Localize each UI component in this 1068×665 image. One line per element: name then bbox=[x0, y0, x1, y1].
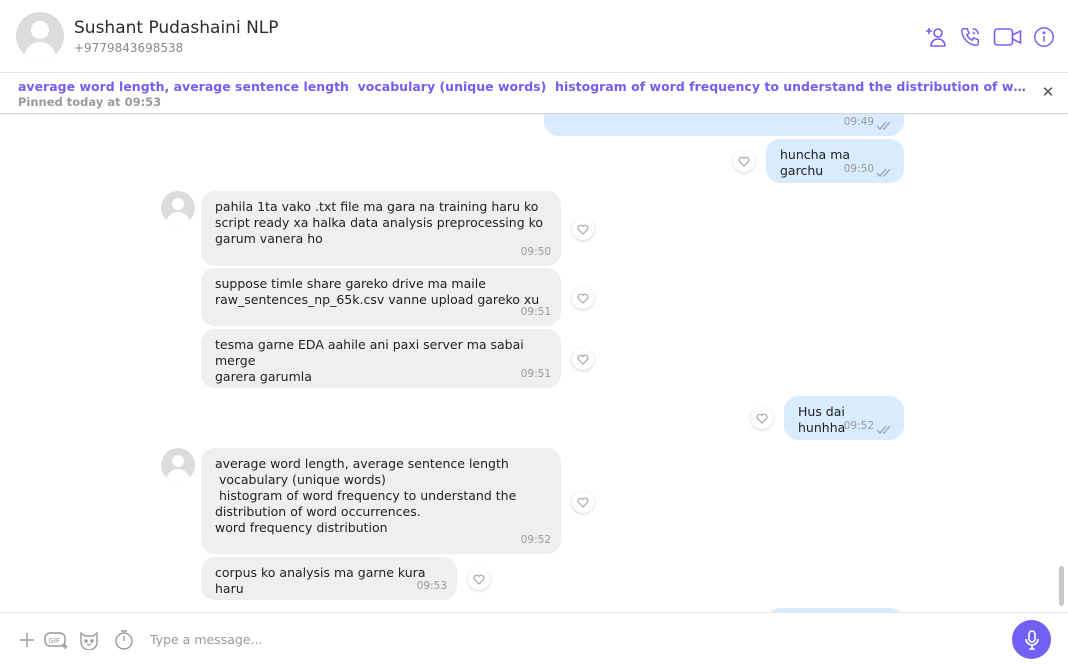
message-time: 09:51 bbox=[520, 306, 551, 318]
message-time: 09:50 bbox=[843, 163, 874, 175]
message-time: 09:51 bbox=[520, 368, 551, 380]
message-bubble-outgoing[interactable]: huncha ma garchu 09:50 bbox=[766, 139, 904, 183]
svg-text:GIF: GIF bbox=[49, 637, 61, 645]
pinned-message-text[interactable]: average word length, average sentence le… bbox=[18, 79, 1028, 94]
info-icon[interactable] bbox=[1031, 24, 1057, 50]
message-input[interactable] bbox=[150, 627, 970, 651]
like-icon[interactable] bbox=[468, 568, 490, 590]
microphone-icon bbox=[1024, 629, 1039, 650]
message-time: 09:50 bbox=[520, 246, 551, 258]
message-text: average word length, average sentence le… bbox=[215, 456, 517, 535]
message-text: pahila 1ta vako .txt file ma gara na tra… bbox=[215, 199, 544, 246]
message-time: 09:53 bbox=[416, 580, 447, 592]
message-bubble-incoming[interactable]: pahila 1ta vako .txt file ma gara na tra… bbox=[201, 191, 561, 266]
message-text: suppose timle share gareko drive ma mail… bbox=[215, 276, 540, 307]
plus-icon[interactable] bbox=[17, 629, 37, 651]
read-ticks-icon bbox=[876, 119, 894, 130]
message-bubble-outgoing[interactable]: Hus dai hunhha 09:52 bbox=[784, 396, 904, 440]
phone-icon[interactable] bbox=[957, 24, 983, 50]
sender-avatar[interactable] bbox=[161, 448, 195, 482]
contact-name[interactable]: Sushant Pudashaini NLP bbox=[74, 18, 279, 38]
message-time: 09:52 bbox=[843, 420, 874, 432]
like-icon[interactable] bbox=[733, 150, 755, 172]
read-ticks-icon bbox=[876, 423, 894, 434]
pinned-message-bar[interactable]: average word length, average sentence le… bbox=[0, 73, 1068, 114]
message-text: corpus ko analysis ma garne kura haru bbox=[215, 565, 430, 596]
close-pinned-icon[interactable]: ✕ bbox=[1040, 84, 1056, 100]
gif-icon[interactable]: GIF bbox=[44, 629, 70, 651]
scrollbar-thumb[interactable] bbox=[1059, 566, 1064, 606]
pinned-time-label: Pinned today at 09:53 bbox=[18, 95, 162, 109]
chat-header: Sushant Pudashaini NLP +9779843698538 bbox=[0, 0, 1068, 73]
message-bubble-outgoing[interactable]: 09:49 bbox=[544, 114, 904, 136]
message-bubble-incoming[interactable]: tesma garne EDA aahile ani paxi server m… bbox=[201, 329, 561, 388]
message-list[interactable]: 09:49 huncha ma garchu 09:50 pahila 1ta … bbox=[0, 114, 1068, 612]
sticker-icon[interactable] bbox=[78, 629, 100, 651]
like-icon[interactable] bbox=[572, 218, 594, 240]
message-time: 09:49 bbox=[843, 116, 874, 128]
like-icon[interactable] bbox=[572, 348, 594, 370]
sender-avatar[interactable] bbox=[161, 191, 195, 225]
microphone-button[interactable] bbox=[1012, 620, 1051, 659]
video-icon[interactable] bbox=[993, 24, 1023, 50]
message-bubble-incoming[interactable]: average word length, average sentence le… bbox=[201, 448, 561, 554]
message-bubble-incoming[interactable]: corpus ko analysis ma garne kura haru 09… bbox=[201, 557, 457, 600]
contact-avatar[interactable] bbox=[16, 12, 64, 60]
message-text: tesma garne EDA aahile ani paxi server m… bbox=[215, 337, 524, 384]
read-ticks-icon bbox=[876, 166, 894, 177]
like-icon[interactable] bbox=[572, 491, 594, 513]
message-bubble-incoming[interactable]: suppose timle share gareko drive ma mail… bbox=[201, 268, 561, 326]
message-time: 09:52 bbox=[520, 534, 551, 546]
contact-phone: +9779843698538 bbox=[74, 41, 184, 55]
like-icon[interactable] bbox=[751, 407, 773, 429]
add-contact-icon[interactable] bbox=[923, 24, 949, 50]
timer-icon[interactable] bbox=[113, 629, 135, 651]
message-composer: GIF bbox=[0, 612, 1068, 665]
like-icon[interactable] bbox=[572, 287, 594, 309]
